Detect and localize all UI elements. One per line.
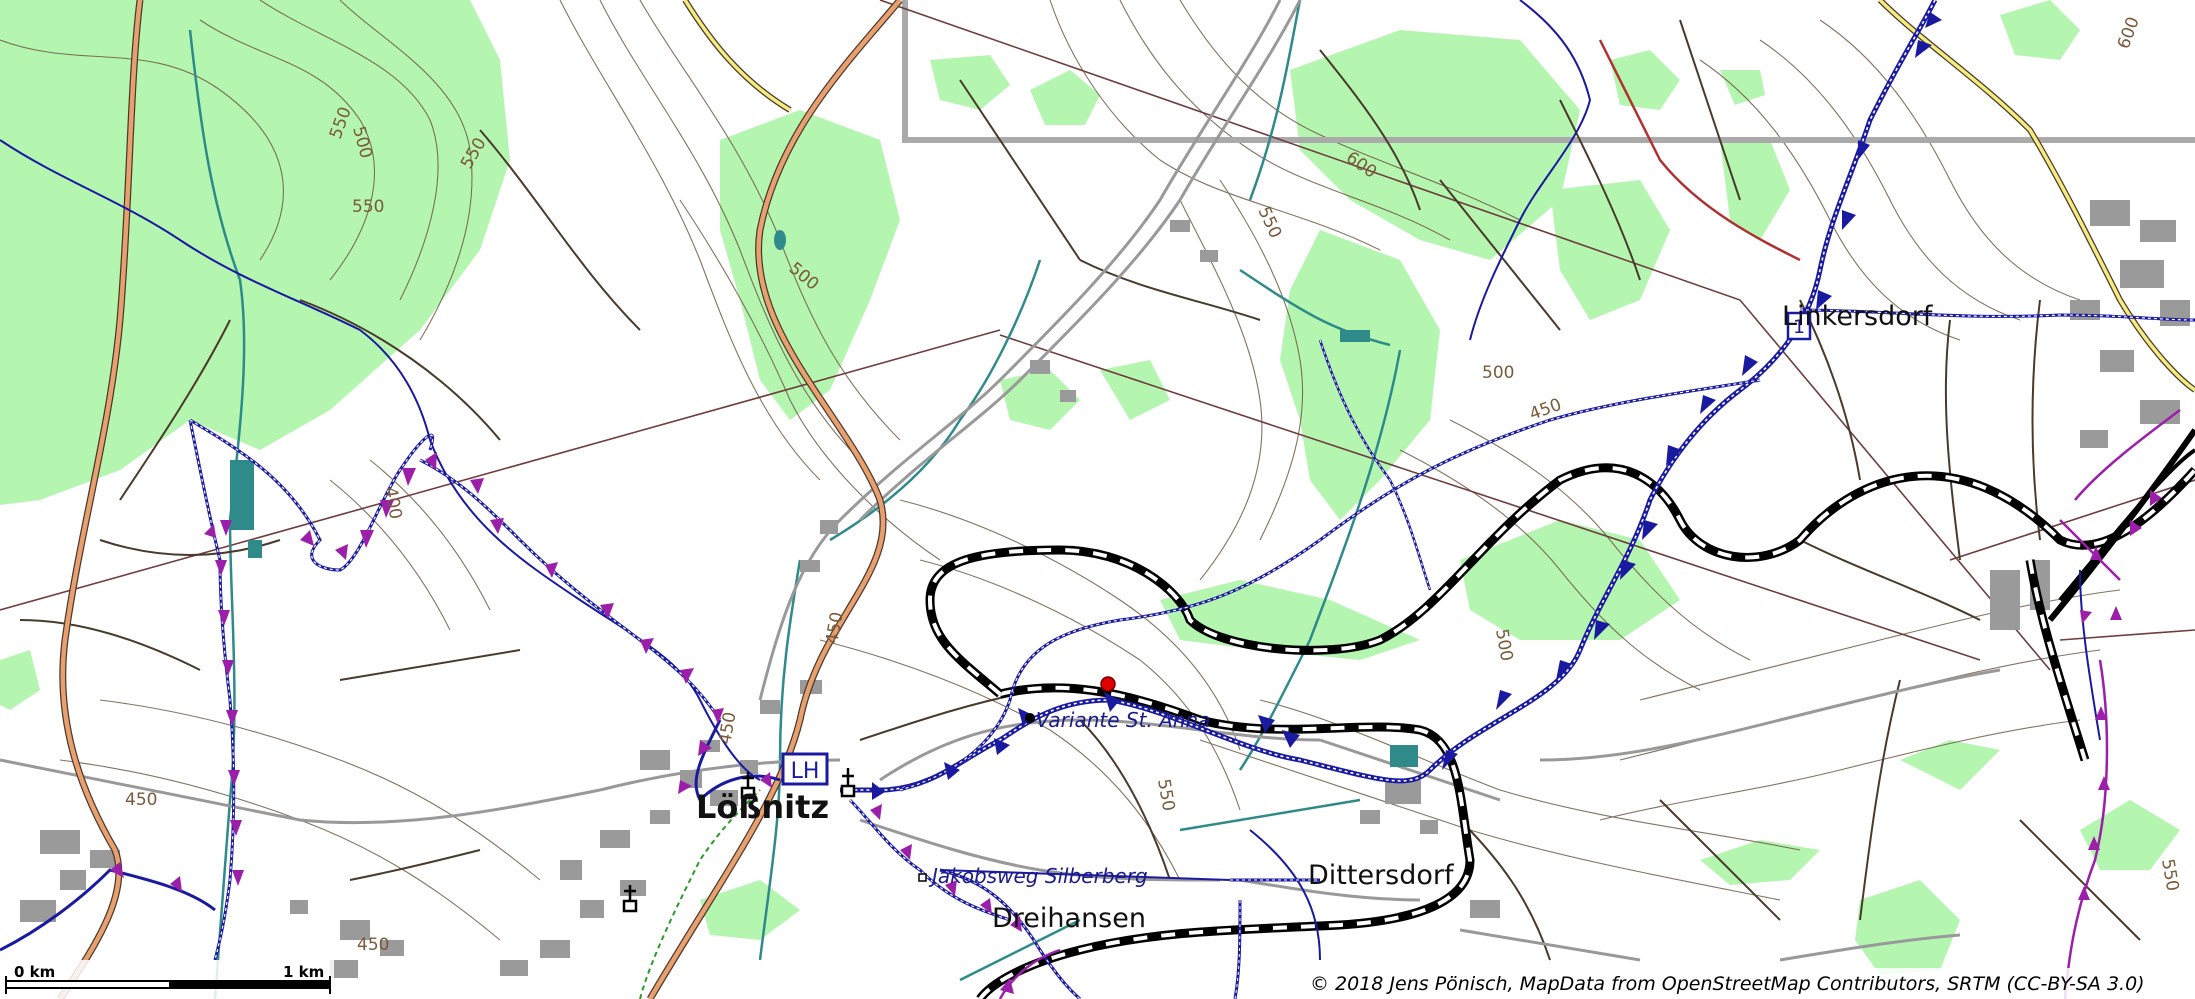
topographic-map[interactable]: LH 1 550 500 550 550 500 600 550 500 450…	[0, 0, 2195, 999]
place-label-linkersdorf: Linkersdorf	[1782, 301, 1934, 332]
place-label-dittersdorf: Dittersdorf	[1308, 860, 1455, 891]
contour-elevation-label: 550	[352, 197, 384, 217]
scale-end-label: 1 km	[283, 963, 324, 981]
place-label-dreihansen: Dreihansen	[992, 903, 1146, 934]
badge-lh-label: LH	[791, 759, 820, 784]
attribution-text: © 2018 Jens Pönisch, MapData from OpenSt…	[1310, 973, 2145, 995]
route-label-variante: Variante St. Anna	[1036, 708, 1210, 732]
contour-elevation-label: 450	[357, 935, 389, 955]
route-label-jakobsweg: Jakobsweg Silberberg	[928, 864, 1148, 888]
stage-badge-lh[interactable]: LH	[781, 752, 829, 786]
position-marker[interactable]	[1100, 676, 1116, 692]
scale-start-label: 0 km	[14, 963, 55, 981]
contour-elevation-label: 500	[1482, 363, 1514, 383]
scale-bar: 0 km 1 km	[0, 960, 334, 999]
place-label-lossnitz: Lößnitz	[696, 788, 829, 826]
contour-elevation-label: 450	[125, 790, 157, 810]
